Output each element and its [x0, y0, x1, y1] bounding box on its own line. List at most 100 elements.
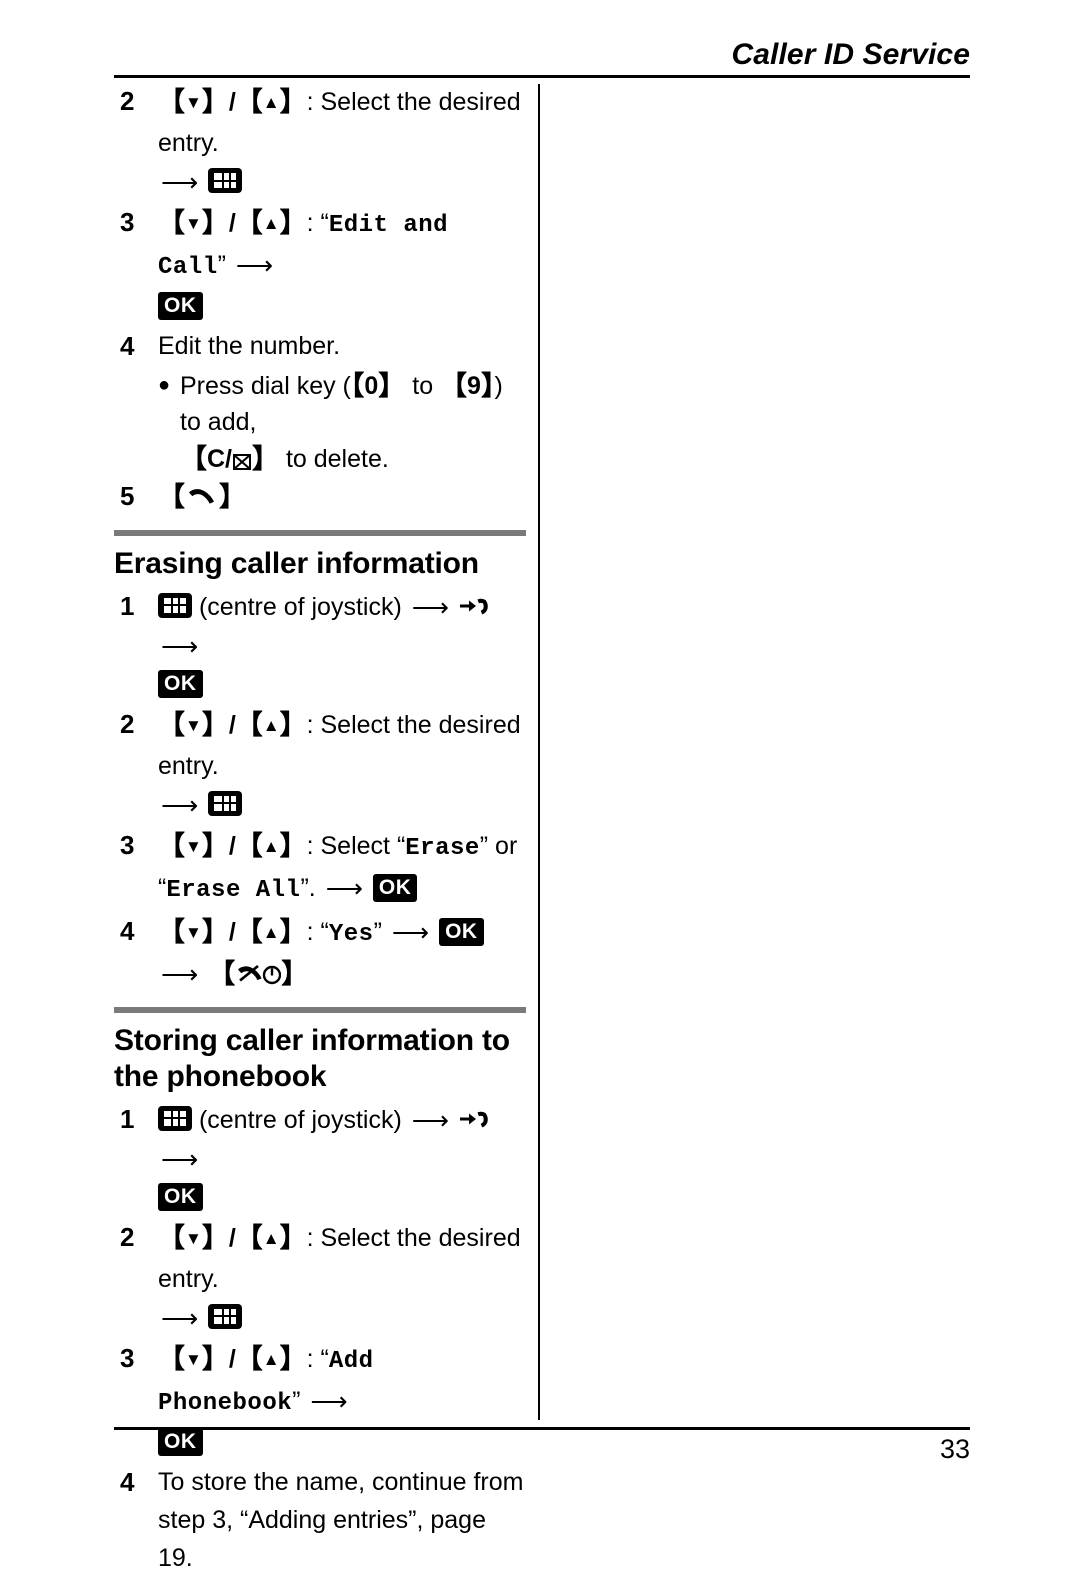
step-row: 2 【▼】/【▲】: Select the desired entry. ⟶ — [114, 705, 526, 824]
left-column: 2 【▼】/【▲】: Select the desired entry. ⟶ 3 … — [114, 82, 526, 1579]
bullet-item: ● Press dial key (【0】 to 【9】) to add, 【C/… — [158, 367, 526, 477]
ok-softkey-icon: OK — [158, 669, 203, 698]
step-text: (centre of joystick) ⟶ ⟶ OK — [158, 587, 526, 703]
dial-key-0-icon: 【0】 — [350, 371, 406, 401]
joystick-centre-key-icon — [208, 168, 243, 193]
talk-handset-key-icon — [189, 489, 214, 504]
step-row: 4 Edit the number. — [114, 327, 526, 365]
updown-key-icon: 【▼】/【▲】 — [158, 1343, 307, 1374]
ok-softkey-icon: OK — [158, 1427, 203, 1456]
step-row: 3 【▼】/【▲】: “Add Phonebook” ⟶ OK — [114, 1339, 526, 1461]
updown-key-icon: 【▼】/【▲】 — [158, 1222, 307, 1253]
store-name-line-1: To store the name, continue from — [158, 1467, 524, 1496]
select-word: : Select — [306, 831, 397, 860]
step-text: (centre of joystick) ⟶ ⟶ OK — [158, 1100, 526, 1216]
open-quote: “ — [320, 209, 329, 237]
step-row: 2 【▼】/【▲】: Select the desired entry. ⟶ — [114, 1218, 526, 1337]
bullet-dot-icon: ● — [158, 374, 171, 396]
continued-procedure: 2 【▼】/【▲】: Select the desired entry. ⟶ 3 … — [114, 82, 526, 516]
arrow-right-icon: ⟶ — [161, 630, 199, 661]
close-quote: ” — [479, 831, 489, 860]
step-text: To store the name, continue from step 3, … — [158, 1463, 526, 1577]
step-number: 4 — [120, 915, 135, 946]
arrow-right-icon: ⟶ — [161, 1143, 199, 1174]
arrow-right-icon: ⟶ — [235, 250, 274, 280]
page-number: 33 — [939, 1434, 970, 1464]
procedure-storing: 1 (centre of joystick) ⟶ ⟶ OK 2 【▼】/【▲】: … — [114, 1100, 526, 1577]
step-row: 4 To store the name, continue from step 3… — [114, 1463, 526, 1577]
ok-softkey-icon: OK — [372, 873, 418, 902]
off-key-icon: 【】 — [208, 958, 309, 989]
procedure-erasing: 1 (centre of joystick) ⟶ ⟶ OK 2 【▼】/【▲】: … — [114, 587, 526, 993]
arrow-right-icon: ⟶ — [391, 916, 430, 947]
manual-page: Caller ID Service 2 【▼】/【▲】: Select the … — [0, 0, 1080, 1572]
column-divider — [538, 84, 540, 1420]
header-rule — [114, 75, 970, 78]
open-quote: “ — [320, 1344, 329, 1373]
step-text: Edit the number. — [158, 332, 341, 360]
open-quote: “ — [320, 917, 329, 946]
power-off-key-icon — [238, 964, 282, 984]
close-quote: ” — [373, 917, 382, 946]
dial-key-9-icon: 【9】 — [440, 371, 495, 401]
arrow-right-icon: ⟶ — [161, 1302, 199, 1333]
arrow-right-icon: ⟶ — [411, 591, 450, 622]
step-number: 4 — [120, 331, 135, 361]
joystick-note: (centre of joystick) — [198, 1105, 402, 1134]
updown-key-icon: 【▼】/【▲】 — [158, 830, 307, 861]
joystick-centre-key-icon — [158, 592, 192, 618]
close-quote: ” — [300, 873, 309, 902]
clear-backspace-icon — [233, 454, 251, 470]
arrow-right-icon: ⟶ — [325, 872, 363, 903]
section-divider-bar — [114, 1006, 526, 1013]
step-row: 3 【▼】/【▲】: “Edit and Call” ⟶ OK — [114, 203, 526, 325]
joystick-centre-key-icon — [208, 1303, 243, 1329]
section-divider-bar — [114, 530, 526, 536]
step-row: 4 【▼】/【▲】: “Yes” ⟶ OK ⟶ 【】 — [114, 912, 526, 993]
menu-option-label: Yes — [328, 920, 374, 948]
store-name-line-2: step 3, “Adding entries”, page 19. — [158, 1505, 486, 1572]
arrow-right-icon: ⟶ — [310, 1385, 348, 1416]
arrow-right-icon: ⟶ — [161, 167, 199, 197]
talk-key-icon: 【】 — [158, 482, 246, 512]
running-head: Caller ID Service — [731, 38, 970, 71]
step-row: 5 【】 — [114, 477, 526, 516]
step-text: 【▼】/【▲】: “Edit and Call” ⟶ OK — [158, 203, 526, 325]
arrow-right-icon: ⟶ — [411, 1104, 450, 1135]
step-text: 【▼】/【▲】: Select the desired entry. ⟶ — [158, 1218, 526, 1337]
menu-option-label: Erase — [405, 834, 480, 862]
incoming-call-list-icon — [459, 598, 488, 614]
step-text: 【】 — [158, 477, 526, 516]
step-number: 5 — [120, 481, 135, 511]
arrow-right-icon: ⟶ — [161, 958, 199, 989]
step-text: 【▼】/【▲】: Select the desired entry. ⟶ — [158, 705, 526, 824]
step-number: 2 — [120, 1221, 135, 1252]
updown-key-icon: 【▼】/【▲】 — [158, 916, 307, 947]
step-row: 2 【▼】/【▲】: Select the desired entry. ⟶ — [114, 82, 526, 201]
step-row: 3 【▼】/【▲】: Select “Erase” or “Erase All”… — [114, 826, 526, 910]
section-heading-erasing: Erasing caller information — [114, 547, 479, 580]
to-delete-suffix: to delete. — [279, 445, 389, 473]
step-number: 1 — [120, 1103, 135, 1134]
step-number: 3 — [120, 829, 135, 860]
updown-key-icon: 【▼】/【▲】 — [158, 87, 307, 117]
step-number: 3 — [120, 207, 135, 237]
to-word: to — [405, 372, 441, 400]
joystick-centre-key-icon — [208, 790, 243, 816]
close-quote: ” — [217, 251, 226, 279]
step-row: 1 (centre of joystick) ⟶ ⟶ OK — [114, 1100, 526, 1216]
ok-softkey-icon: OK — [158, 1182, 203, 1211]
step-number: 2 — [120, 708, 135, 739]
press-dial-key-prefix: Press dial key ( — [180, 372, 351, 400]
period: . — [308, 873, 323, 902]
or-word: or — [488, 831, 518, 860]
joystick-note: (centre of joystick) — [198, 592, 402, 621]
step-text: 【▼】/【▲】: Select the desired entry. ⟶ — [158, 82, 526, 201]
joystick-centre-key-icon — [158, 1105, 192, 1131]
incoming-call-list-icon — [459, 1111, 488, 1128]
colon-separator: : — [306, 209, 321, 237]
step-text: 【▼】/【▲】: “Yes” ⟶ OK ⟶ 【】 — [158, 912, 526, 993]
step-text: 【▼】/【▲】: “Add Phonebook” ⟶ OK — [158, 1339, 526, 1461]
step-number: 4 — [120, 1466, 135, 1497]
step-row: 1 (centre of joystick) ⟶ ⟶ OK — [114, 587, 526, 703]
